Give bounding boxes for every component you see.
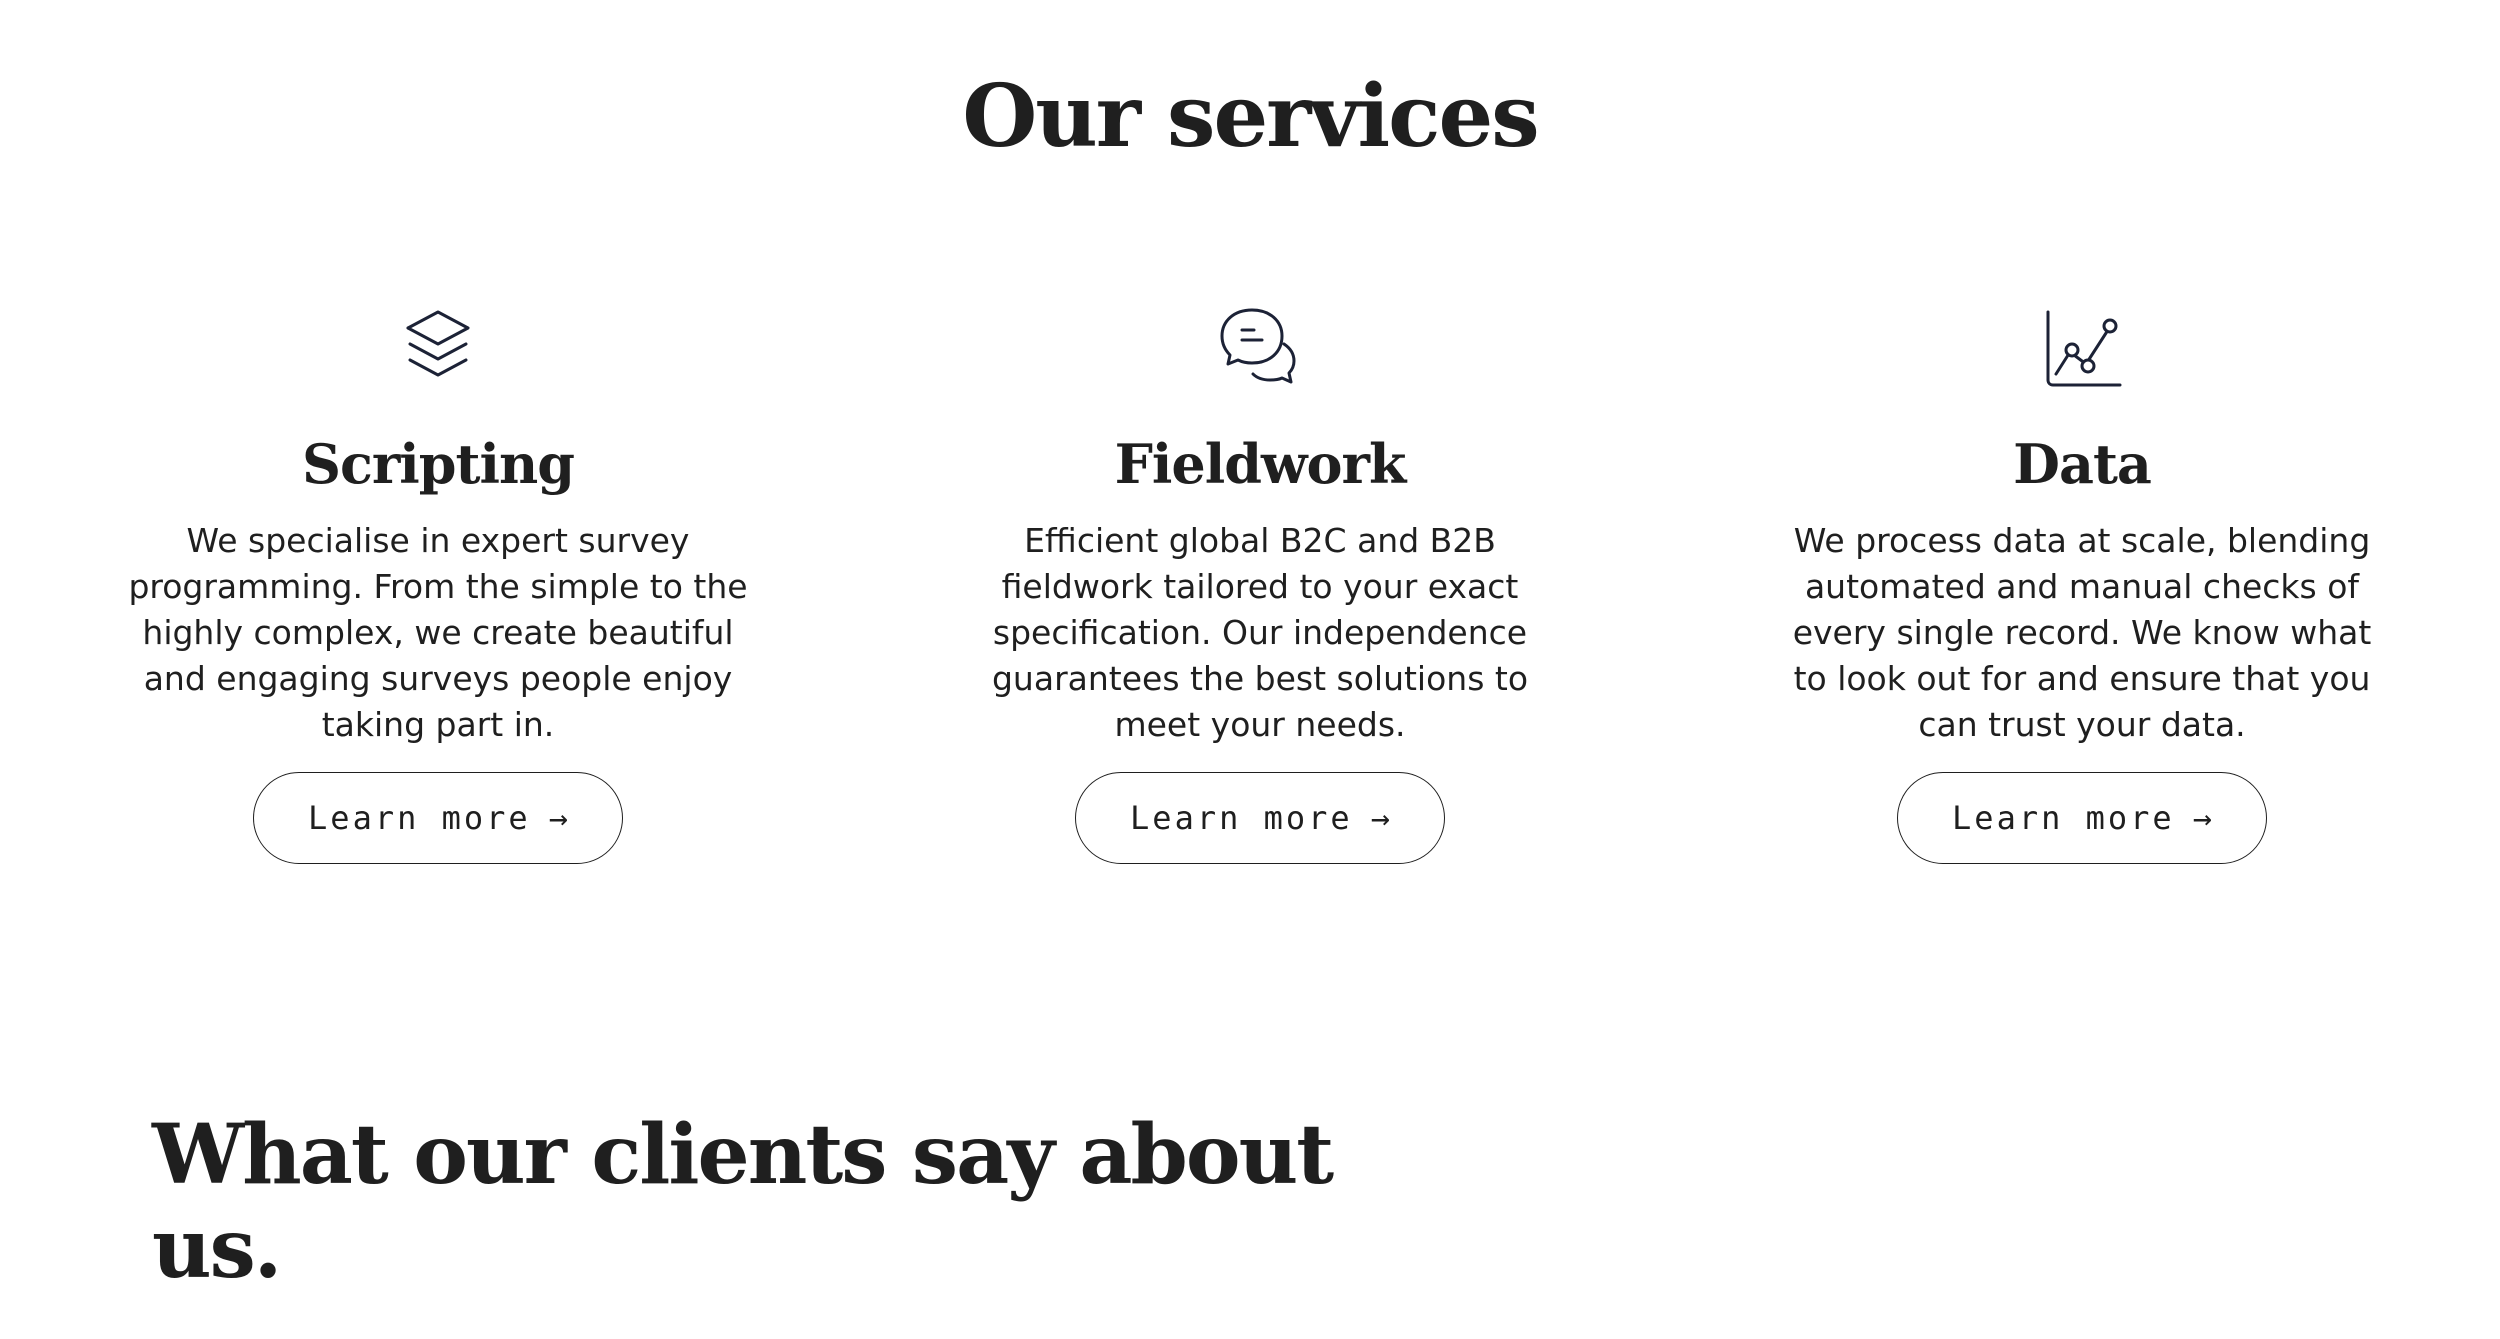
arrow-right-icon: → <box>548 799 568 837</box>
service-heading: Data <box>2013 432 2152 496</box>
services-title: Our services <box>962 66 1539 167</box>
arrow-right-icon: → <box>2192 799 2212 837</box>
service-card-scripting: Scripting We specialise in expert survey… <box>128 300 748 864</box>
service-heading: Scripting <box>301 432 575 496</box>
clients-section-title: What our clients say about us. <box>152 1107 1334 1297</box>
learn-more-label: Learn more <box>1130 799 1353 837</box>
service-card-data: Data We process data at scale, blending … <box>1772 300 2392 864</box>
learn-more-button-scripting[interactable]: Learn more → <box>253 772 623 864</box>
learn-more-button-data[interactable]: Learn more → <box>1897 772 2267 864</box>
learn-more-label: Learn more <box>308 799 531 837</box>
learn-more-button-fieldwork[interactable]: Learn more → <box>1075 772 1445 864</box>
service-card-fieldwork: Fieldwork Efficient global B2C and B2B f… <box>950 300 1570 864</box>
line-chart-icon <box>2046 310 2122 387</box>
service-heading: Fieldwork <box>1114 432 1407 496</box>
service-description: We specialise in expert survey programmi… <box>128 521 748 744</box>
service-description: We process data at scale, blending autom… <box>1792 521 2372 744</box>
learn-more-label: Learn more <box>1952 799 2175 837</box>
layers-icon <box>406 310 470 377</box>
arrow-right-icon: → <box>1370 799 1390 837</box>
services-grid: Scripting We specialise in expert survey… <box>0 300 2500 900</box>
chat-bubbles-icon <box>1220 308 1296 384</box>
service-description: Efficient global B2C and B2B fieldwork t… <box>991 521 1529 744</box>
